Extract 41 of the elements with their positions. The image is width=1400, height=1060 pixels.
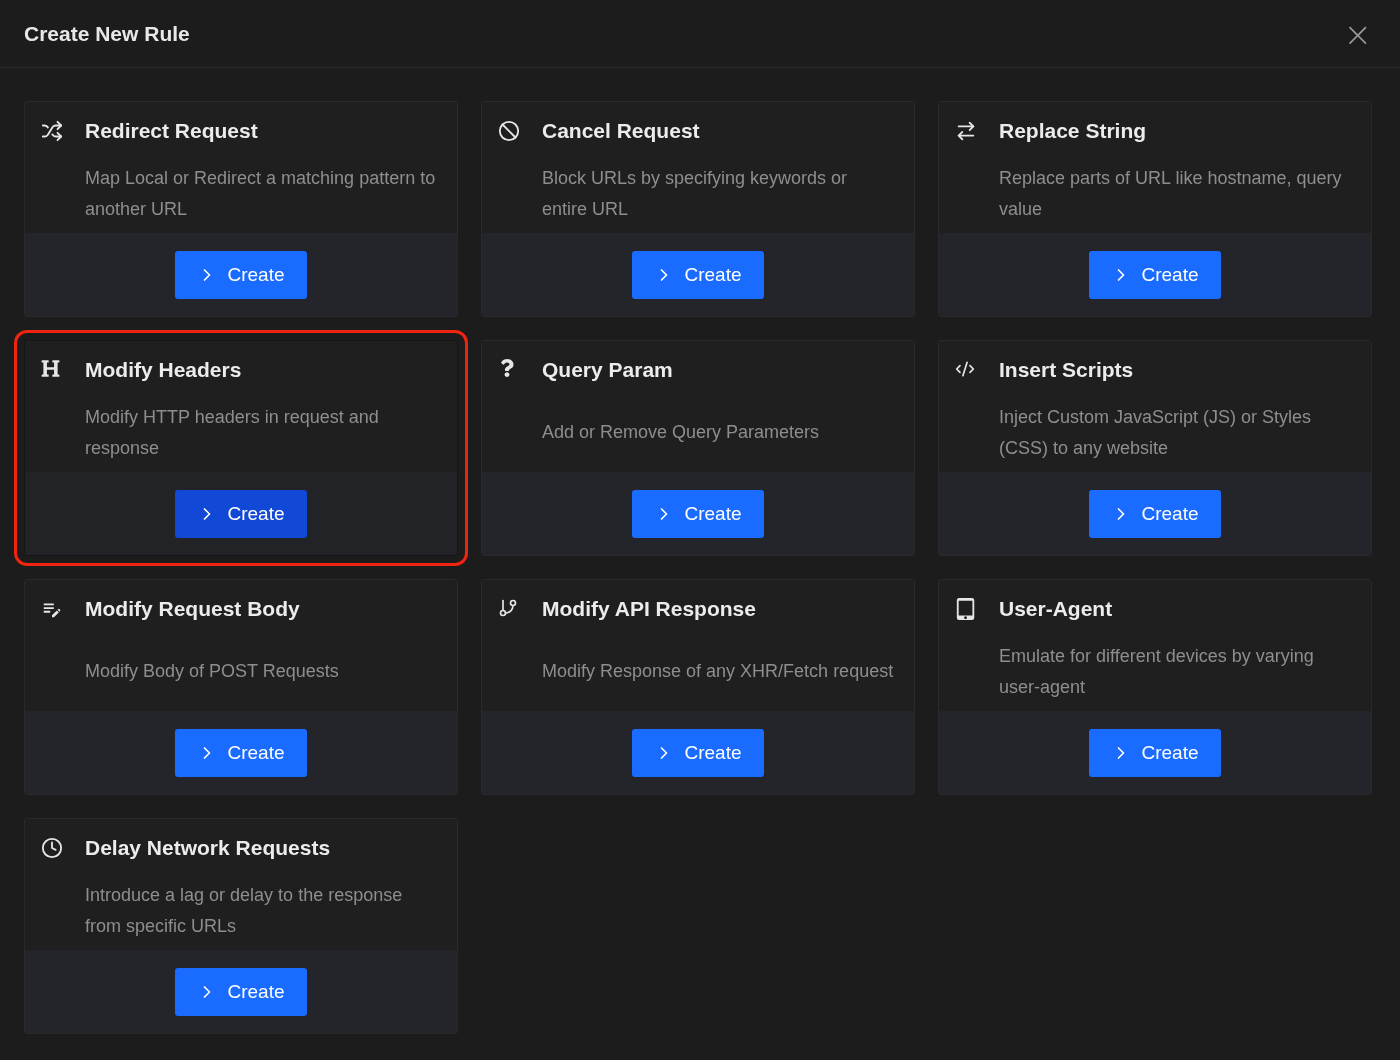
rule-title: User-Agent <box>999 597 1114 622</box>
rule-description: Block URLs by specifying keywords or entire URL <box>542 166 849 221</box>
rule-title: Cancel Request <box>542 119 701 144</box>
rule-description: Emulate for different devices by varying user-agent <box>999 644 1315 699</box>
question-icon <box>498 359 516 377</box>
create-button[interactable]: Create <box>1089 489 1221 538</box>
rule-title: Delay Network Requests <box>85 836 332 861</box>
heading-icon <box>41 359 60 378</box>
rule-description: Map Local or Redirect a matching pattern to another URL <box>85 166 437 221</box>
rule-description: Modify Body of POST Requests <box>85 660 340 683</box>
rule-title: Modify Request Body <box>85 597 301 622</box>
close-button[interactable]: × <box>1339 16 1376 51</box>
create-button[interactable]: Create <box>632 250 764 299</box>
create-button[interactable]: Create <box>175 250 307 299</box>
create-button[interactable]: Create <box>175 728 307 777</box>
rule-title: Query Param <box>542 358 674 383</box>
rule-title: Replace String <box>999 119 1148 144</box>
tablet-icon <box>955 598 977 620</box>
rule-description: Modify HTTP headers in request and response <box>85 405 380 460</box>
rule-description: Replace parts of URL like hostname, query value <box>999 166 1343 221</box>
create-button[interactable]: Create <box>1089 250 1221 299</box>
rule-description: Introduce a lag or delay to the response from specific URLs <box>85 883 404 938</box>
create-button[interactable]: Create <box>175 967 307 1016</box>
branch-icon <box>498 598 518 618</box>
swap-arrows-icon <box>955 120 977 142</box>
rule-description: Modify Response of any XHR/Fetch request <box>542 660 895 683</box>
rule-title: Modify Headers <box>85 358 243 383</box>
create-button[interactable]: Create <box>632 728 764 777</box>
rule-title: Redirect Request <box>85 119 259 144</box>
clock-icon <box>41 837 63 859</box>
create-button[interactable]: Create <box>632 489 764 538</box>
rule-description: Add or Remove Query Parameters <box>542 421 821 444</box>
create-button[interactable]: Create <box>175 489 307 538</box>
dialog-title: Create New Rule <box>24 21 190 46</box>
code-icon <box>955 359 975 379</box>
ban-icon <box>498 120 520 142</box>
rule-title: Insert Scripts <box>999 358 1135 383</box>
create-button[interactable]: Create <box>1089 728 1221 777</box>
rule-title: Modify API Response <box>542 597 757 622</box>
shuffle-icon <box>41 120 63 142</box>
rule-description: Inject Custom JavaScript (JS) or Styles (CSS) to any website <box>999 405 1313 460</box>
